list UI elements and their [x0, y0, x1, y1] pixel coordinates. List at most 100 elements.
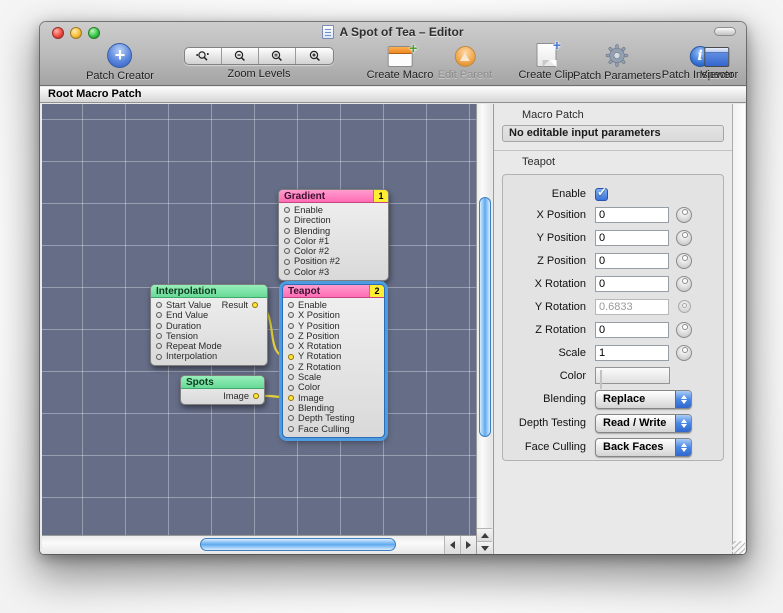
toolbar-toggle-pill[interactable] — [714, 27, 736, 36]
input-port[interactable] — [288, 415, 294, 421]
zoom-in-button[interactable] — [296, 48, 333, 64]
edit-parent-button[interactable]: Edit Parent — [438, 43, 492, 81]
input-port-connected[interactable] — [288, 354, 294, 360]
z-rotation-field[interactable] — [595, 322, 669, 338]
scale-knob[interactable] — [676, 345, 692, 361]
vertical-scroll-thumb[interactable] — [479, 197, 491, 437]
node-spots[interactable]: Spots Image — [180, 375, 265, 405]
input-port[interactable] — [284, 217, 290, 223]
blending-popup[interactable]: Replace — [595, 390, 692, 409]
patch-parameters-button[interactable]: Patch Parameters — [573, 43, 661, 82]
inspector-scrollbar-track[interactable] — [732, 104, 745, 554]
input-port[interactable] — [156, 333, 162, 339]
node-title-bar[interactable]: Spots — [181, 376, 264, 389]
input-port[interactable] — [288, 343, 294, 349]
create-macro-button[interactable]: + Create Macro — [367, 43, 434, 81]
patch-creator-button[interactable]: + Patch Creator — [86, 43, 154, 82]
desktop: A Spot of Tea – Editor + Patch Creator — [0, 0, 783, 613]
enable-checkbox[interactable]: ✓ — [595, 188, 608, 201]
z-position-field[interactable] — [595, 253, 669, 269]
z-rotation-knob[interactable] — [676, 322, 692, 338]
plus-badge-icon: + — [553, 37, 561, 53]
input-port[interactable] — [156, 354, 162, 360]
input-port[interactable] — [288, 385, 294, 391]
zoom-out-button[interactable] — [222, 48, 259, 64]
window-chrome: A Spot of Tea – Editor + Patch Creator — [40, 22, 746, 86]
x-rotation-knob[interactable] — [676, 276, 692, 292]
input-port[interactable] — [288, 426, 294, 432]
y-rotation-knob — [678, 300, 691, 313]
canvas-vertical-scrollbar[interactable] — [476, 104, 491, 554]
input-port[interactable] — [288, 374, 294, 380]
scroll-right-arrow[interactable] — [460, 536, 476, 554]
input-port[interactable] — [288, 312, 294, 318]
input-port-connected[interactable] — [288, 395, 294, 401]
input-port[interactable] — [284, 259, 290, 265]
port-row: Color #1 — [279, 236, 388, 246]
window-resize-grip[interactable] — [732, 541, 745, 554]
input-port[interactable] — [288, 333, 294, 339]
param-row-blending: Blending Replace — [503, 387, 723, 411]
depth-testing-popup[interactable]: Read / Write — [595, 414, 692, 433]
magnifier-equals-icon — [270, 50, 284, 63]
x-position-field[interactable] — [595, 207, 669, 223]
input-port[interactable] — [284, 269, 290, 275]
port-row: Color #2 — [279, 246, 388, 256]
node-interpolation[interactable]: Interpolation Start Value Result End Val… — [150, 284, 268, 366]
output-port-result: Result — [222, 300, 262, 310]
popup-arrows-icon — [675, 391, 691, 408]
input-port[interactable] — [156, 312, 162, 318]
zoom-fit-button[interactable] — [259, 48, 296, 64]
param-row-scale: Scale — [503, 341, 723, 364]
input-port[interactable] — [288, 364, 294, 370]
param-row-x-position: X Position — [503, 203, 723, 226]
node-title-bar[interactable]: Teapot 2 — [283, 285, 384, 298]
up-arrow-circle-icon — [454, 46, 475, 67]
scroll-up-arrow[interactable] — [477, 528, 492, 541]
zoom-actual-size-button[interactable] — [185, 48, 222, 64]
color-swatch — [600, 370, 602, 389]
input-port[interactable] — [288, 405, 294, 411]
output-port[interactable] — [253, 393, 259, 399]
editor-canvas[interactable]: Gradient 1 Enable Direction Blending Col… — [42, 104, 476, 535]
canvas-horizontal-scrollbar[interactable] — [42, 535, 476, 554]
scroll-down-arrow[interactable] — [477, 541, 492, 554]
y-position-field[interactable] — [595, 230, 669, 246]
create-clip-button[interactable]: + Create Clip — [518, 43, 573, 81]
color-well[interactable] — [595, 367, 670, 384]
y-rotation-field — [595, 299, 669, 315]
node-teapot[interactable]: Teapot 2 Enable X Position Y Position Z … — [282, 284, 385, 438]
param-row-y-rotation: Y Rotation — [503, 295, 723, 318]
input-port[interactable] — [156, 302, 162, 308]
input-port[interactable] — [284, 238, 290, 244]
input-port[interactable] — [284, 207, 290, 213]
document-proxy-icon[interactable] — [322, 25, 334, 39]
input-port[interactable] — [288, 323, 294, 329]
toolbar: + Patch Creator — [40, 40, 746, 86]
teapot-parameters-group: Enable ✓ X Position Y Position Z P — [502, 174, 724, 461]
z-position-knob[interactable] — [676, 253, 692, 269]
input-port[interactable] — [284, 228, 290, 234]
port-row: Y Position — [283, 321, 384, 331]
node-title-bar[interactable]: Interpolation — [151, 285, 267, 298]
input-port[interactable] — [288, 302, 294, 308]
input-port[interactable] — [156, 323, 162, 329]
gear-icon — [604, 43, 630, 68]
port-row: Blending — [283, 403, 384, 413]
title-bar[interactable]: A Spot of Tea – Editor — [40, 22, 746, 40]
section-title-macro-patch: Macro Patch — [494, 109, 732, 121]
y-position-knob[interactable] — [676, 230, 692, 246]
node-title-bar[interactable]: Gradient 1 — [279, 190, 388, 203]
input-port[interactable] — [156, 343, 162, 349]
x-rotation-field[interactable] — [595, 276, 669, 292]
window-title: A Spot of Tea – Editor — [339, 25, 463, 39]
viewer-button[interactable]: Viewer — [700, 43, 733, 81]
x-position-knob[interactable] — [676, 207, 692, 223]
scroll-left-arrow[interactable] — [444, 536, 460, 554]
scale-field[interactable] — [595, 345, 669, 361]
face-culling-popup[interactable]: Back Faces — [595, 438, 692, 457]
horizontal-scroll-thumb[interactable] — [200, 538, 396, 551]
input-port[interactable] — [284, 248, 290, 254]
output-port[interactable] — [252, 302, 258, 308]
node-gradient[interactable]: Gradient 1 Enable Direction Blending Col… — [278, 189, 389, 281]
